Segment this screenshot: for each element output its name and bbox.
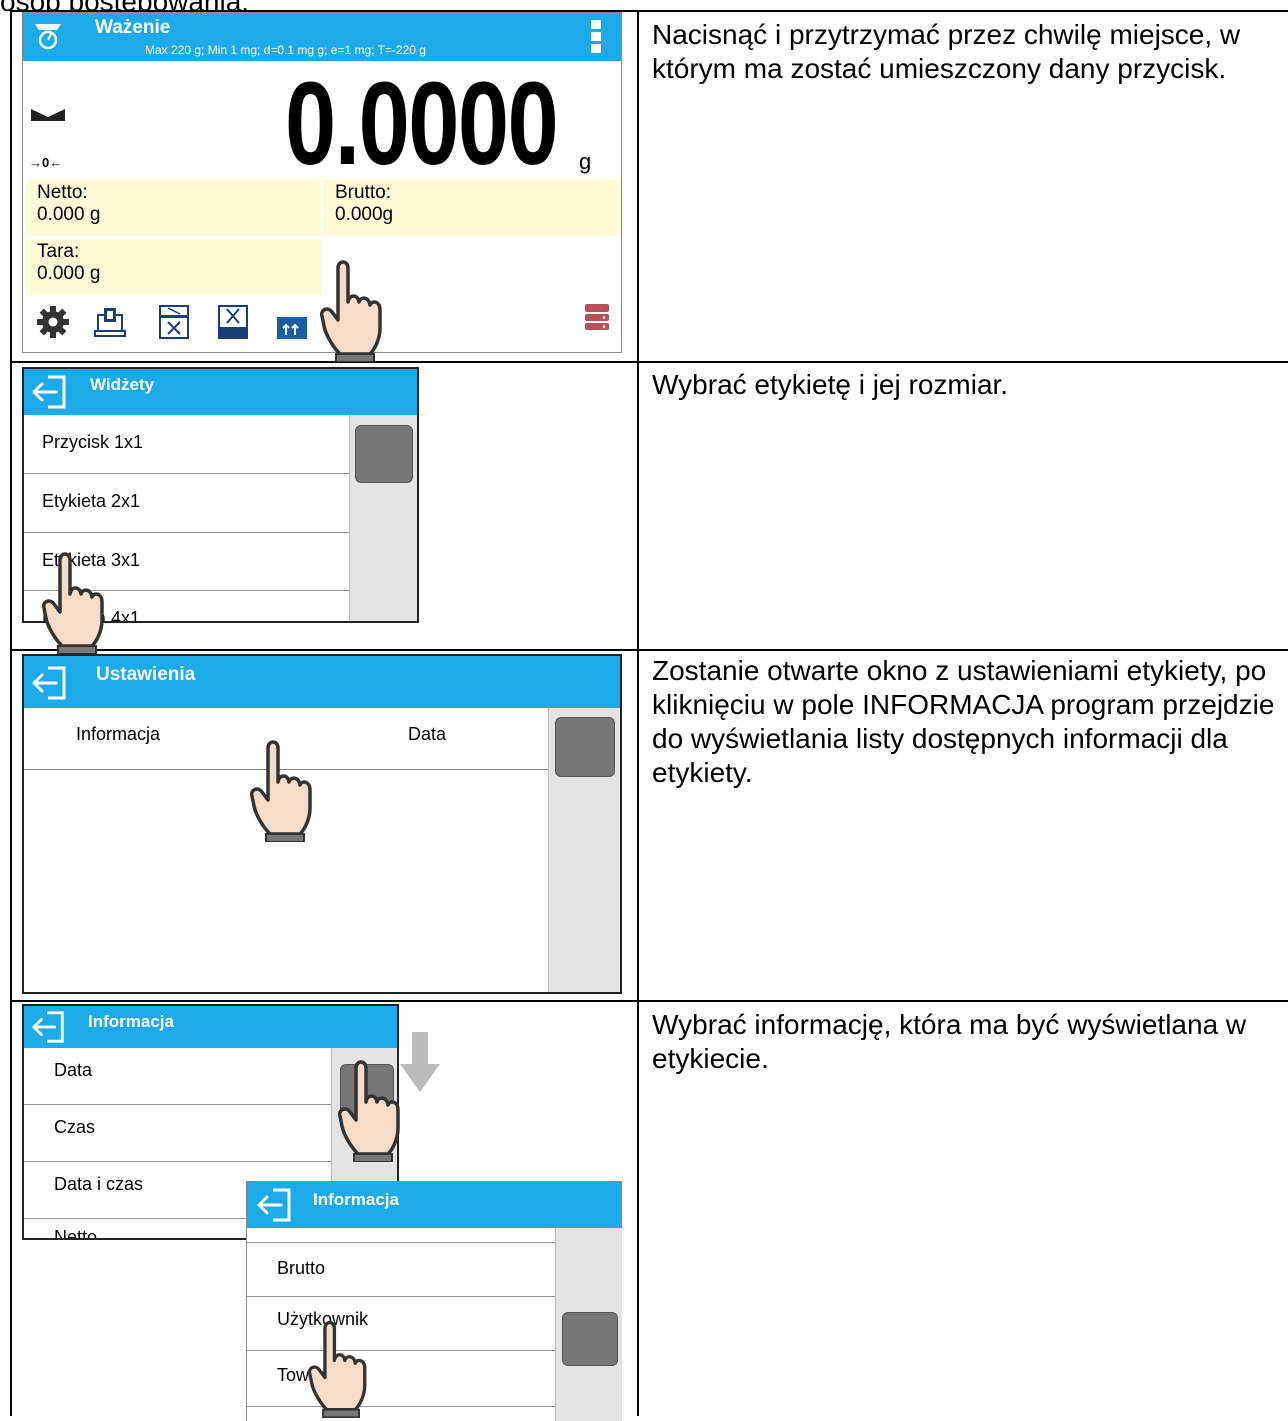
widgets-title: Widżety: [90, 375, 155, 394]
back-icon[interactable]: [255, 1186, 295, 1224]
scroll-thumb[interactable]: [555, 717, 615, 777]
back-icon[interactable]: [30, 1009, 68, 1045]
zero-icon[interactable]: [218, 305, 248, 339]
pointing-hand-icon: [307, 1320, 367, 1418]
list-item[interactable]: Przycisk 1x1: [24, 415, 349, 474]
row-2-description: Wybrać etykietę i jej rozmiar.: [652, 369, 1009, 400]
information-title-b: Informacja: [313, 1190, 399, 1209]
table-row-divider-2: [10, 649, 1288, 651]
netto-field: Netto: 0.000 g: [25, 180, 321, 236]
brutto-field: Brutto: 0.000g: [323, 180, 621, 236]
information-header-b: Informacja: [247, 1182, 622, 1228]
table-column-divider: [637, 10, 639, 1416]
row-3-description: Zostanie otwarte okno z ustawieniami ety…: [652, 655, 1275, 788]
scrollbar[interactable]: [555, 1228, 622, 1421]
list-item[interactable]: Data: [24, 1048, 331, 1105]
weight-reading: 0.0000: [285, 58, 559, 190]
tara-field: Tara: 0.000 g: [25, 239, 321, 295]
tara-label: Tara:: [37, 241, 80, 262]
netto-value: 0.000 g: [37, 204, 101, 225]
list-item[interactable]: Czas: [24, 1105, 331, 1162]
list-item[interactable]: Brutto: [247, 1243, 555, 1297]
information-header-a: Informacja: [24, 1006, 397, 1048]
more-menu-icon[interactable]: [589, 19, 603, 55]
tara-value: 0.000 g: [37, 263, 101, 284]
list-item[interactable]: Towar: [247, 1351, 555, 1407]
stability-icon: [31, 109, 65, 121]
print-icon[interactable]: [93, 305, 127, 339]
scrollbar[interactable]: [548, 708, 620, 992]
table-row-divider-3: [10, 1000, 1288, 1002]
units-icon[interactable]: [277, 317, 307, 339]
list-item[interactable]: Użytkownik: [247, 1297, 555, 1351]
settings-title: Ustawienia: [96, 664, 196, 685]
information-field-label: Informacja: [76, 724, 161, 744]
list-item[interactable]: [247, 1228, 555, 1243]
weighing-capacity-info: Max 220 g; Min 1 mg; d=0.1 mg g; e=1 mg;…: [145, 43, 426, 57]
pointing-hand-icon: [41, 552, 104, 654]
weighing-header: Ważenie Max 220 g; Min 1 mg; d=0.1 mg g;…: [23, 13, 621, 61]
information-field-value: Data: [408, 724, 447, 744]
settings-header: Ustawienia: [24, 656, 620, 708]
scale-icon[interactable]: [31, 19, 65, 53]
row-1-description: Nacisnąć i przytrzymać przez chwilę miej…: [652, 19, 1241, 84]
table-row-divider-1: [10, 361, 1288, 363]
zero-indicator: →0←: [29, 155, 63, 170]
information-title-a: Informacja: [88, 1012, 174, 1031]
back-icon[interactable]: [30, 664, 70, 702]
list-item[interactable]: Etykieta 2x1: [24, 474, 349, 533]
weighing-title: Ważenie: [95, 17, 171, 38]
brutto-value: 0.000g: [335, 204, 394, 225]
weight-unit: g: [579, 149, 592, 174]
back-icon[interactable]: [30, 373, 70, 411]
row-4-description: Wybrać informację, która ma być wyświetl…: [652, 1009, 1247, 1074]
table-border-left: [10, 10, 12, 1416]
pointing-hand-icon: [319, 260, 382, 362]
pointing-hand-icon: [249, 740, 312, 842]
scroll-thumb[interactable]: [355, 425, 413, 483]
brutto-label: Brutto:: [335, 182, 391, 203]
netto-label: Netto:: [37, 182, 88, 203]
widgets-header: Widżety: [24, 369, 417, 415]
information-screen-b: Informacja Brutto Użytkownik Towar: [246, 1181, 622, 1421]
scrollbar[interactable]: [349, 415, 417, 621]
pointing-hand-icon: [337, 1060, 400, 1162]
gear-icon[interactable]: [36, 305, 70, 339]
scroll-thumb[interactable]: [562, 1312, 618, 1366]
database-icon[interactable]: [584, 303, 610, 331]
tare-icon[interactable]: [159, 305, 189, 339]
